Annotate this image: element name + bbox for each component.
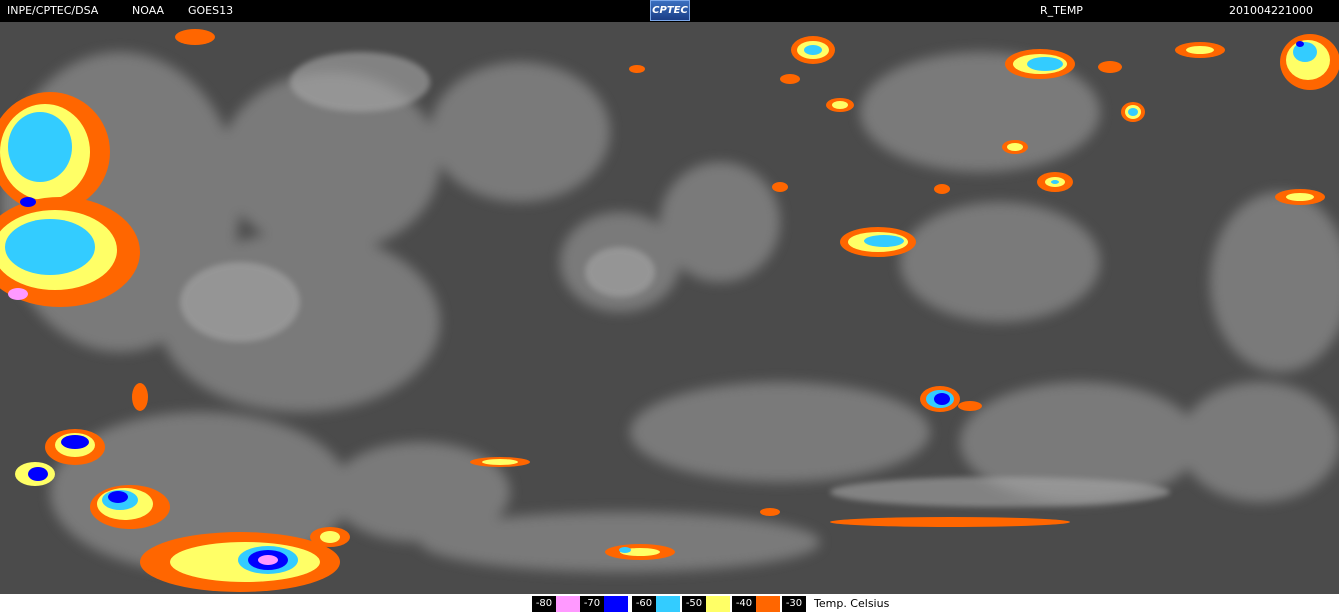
legend-label: -50 bbox=[682, 596, 706, 612]
convective-cell bbox=[90, 485, 170, 529]
legend-label: -40 bbox=[732, 596, 756, 612]
source-label: INPE/CPTEC/DSA bbox=[7, 4, 99, 17]
convective-cell bbox=[1280, 34, 1339, 90]
legend-swatch-cyan bbox=[656, 596, 680, 612]
convective-cell bbox=[1121, 102, 1145, 122]
temperature-legend: -80 -70 -60 -50 -40 -30 Temp. Celsius bbox=[0, 594, 1339, 614]
convective-cell bbox=[1005, 49, 1075, 79]
agency-label: NOAA bbox=[132, 4, 165, 17]
convective-cell bbox=[791, 36, 835, 64]
legend-label: -30 bbox=[782, 596, 806, 612]
product-label: R_TEMP bbox=[1040, 4, 1083, 17]
legend-swatch-blue bbox=[604, 596, 628, 612]
cptec-logo: CPTEC bbox=[650, 0, 690, 21]
legend-swatch-orange bbox=[756, 596, 780, 612]
satellite-label: GOES13 bbox=[188, 4, 234, 17]
convective-cell bbox=[140, 532, 340, 592]
legend-label: -70 bbox=[580, 596, 604, 612]
timestamp-label: 201004221000 bbox=[1229, 4, 1313, 17]
header-bar: INPE/CPTEC/DSA NOAA GOES13 CPTEC R_TEMP … bbox=[0, 0, 1339, 22]
legend-unit-label: Temp. Celsius bbox=[814, 597, 890, 610]
convective-cell bbox=[840, 227, 916, 257]
legend-swatch-pink bbox=[556, 596, 580, 612]
satellite-image bbox=[0, 22, 1339, 594]
legend-label: -60 bbox=[632, 596, 656, 612]
legend-swatch-yellow bbox=[706, 596, 730, 612]
convective-cell bbox=[920, 386, 960, 412]
infrared-map bbox=[0, 22, 1339, 594]
legend-label: -80 bbox=[532, 596, 556, 612]
